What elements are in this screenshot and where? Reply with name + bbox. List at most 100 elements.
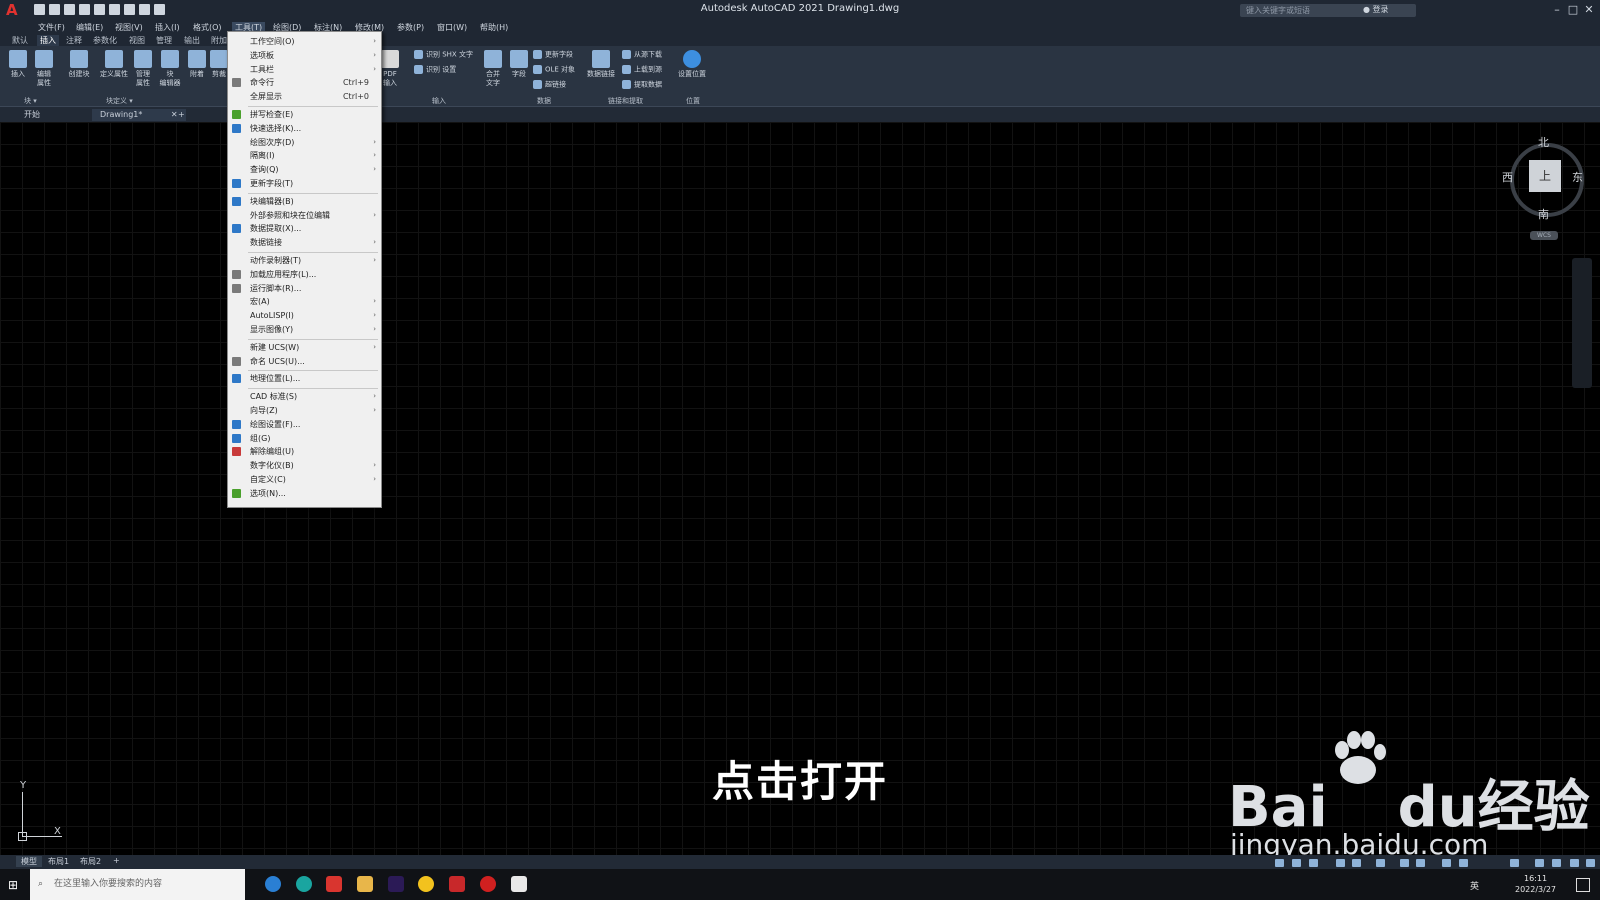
tab-output[interactable]: 输出 xyxy=(184,35,200,46)
menu-file[interactable]: 文件(F) xyxy=(38,22,65,33)
upload-source-button[interactable]: 上载到源 xyxy=(622,65,662,75)
menu-item[interactable]: 全屏显示 Ctrl+0 xyxy=(228,90,381,103)
download-source-button[interactable]: 从源下载 xyxy=(622,50,662,60)
menu-item[interactable]: 宏(A) › xyxy=(228,295,381,308)
tab-addons[interactable]: 附加 xyxy=(211,35,227,46)
update-field-button[interactable]: 更新字段 xyxy=(533,50,573,60)
tab-layout2[interactable]: 布局2 xyxy=(80,856,101,867)
merge-text-button[interactable]: 合并 文字 xyxy=(482,50,504,88)
edit-attribute-button[interactable]: 编辑 属性 xyxy=(32,50,56,88)
menu-edit[interactable]: 编辑(E) xyxy=(76,22,103,33)
tab-drawing1[interactable]: Drawing1* ✕ xyxy=(92,109,186,121)
menu-item[interactable]: 绘图次序(D) › xyxy=(228,136,381,149)
tab-annotate[interactable]: 注释 xyxy=(66,35,82,46)
menu-help[interactable]: 帮助(H) xyxy=(480,22,508,33)
taskbar-search-input[interactable]: ⌕ 在这里输入你要搜索的内容 xyxy=(30,869,245,900)
menu-item[interactable]: AutoLISP(I) › xyxy=(228,309,381,322)
menu-item[interactable]: 绘图设置(F)... xyxy=(228,418,381,431)
close-tab-icon[interactable]: ✕ xyxy=(171,110,178,119)
menu-item[interactable]: 数据链接 › xyxy=(228,236,381,249)
wps-icon[interactable] xyxy=(326,876,342,892)
autocad-taskbar-icon[interactable] xyxy=(449,876,465,892)
tab-layout1[interactable]: 布局1 xyxy=(48,856,69,867)
menu-item[interactable]: 显示图像(Y) › xyxy=(228,323,381,336)
maximize-button[interactable]: □ xyxy=(1566,3,1580,17)
navigation-bar[interactable] xyxy=(1572,258,1592,388)
menu-parametric[interactable]: 参数(P) xyxy=(397,22,424,33)
annotation-visibility-icon[interactable] xyxy=(1459,859,1468,867)
chrome-icon[interactable] xyxy=(418,876,434,892)
menu-format[interactable]: 格式(O) xyxy=(193,22,222,33)
compass-south[interactable]: 南 xyxy=(1538,206,1549,222)
customization-menu-icon[interactable] xyxy=(1586,859,1595,867)
hyperlink-button[interactable]: 超链接 xyxy=(533,80,566,90)
panel-label-block-definition[interactable]: 块定义 ▾ xyxy=(106,96,133,106)
menu-item[interactable]: 查询(Q) › xyxy=(228,163,381,176)
login-button[interactable]: ● 登录 xyxy=(1363,4,1389,15)
notification-icon[interactable] xyxy=(1576,878,1590,892)
menu-item[interactable]: 选项板 › xyxy=(228,49,381,62)
menu-item[interactable]: 动作录制器(T) › xyxy=(228,254,381,267)
workspace-gear-icon[interactable] xyxy=(1510,859,1519,867)
selection-cycling-icon[interactable] xyxy=(1416,859,1425,867)
new-tab-button[interactable]: + xyxy=(178,109,185,121)
manage-attribute-button[interactable]: 管理 属性 xyxy=(132,50,154,88)
annotation-scale-icon[interactable] xyxy=(1442,859,1451,867)
create-block-button[interactable]: 创建块 xyxy=(66,50,92,79)
tab-manage[interactable]: 管理 xyxy=(156,35,172,46)
menu-item[interactable]: 自定义(C) › xyxy=(228,473,381,486)
field-button[interactable]: 字段 xyxy=(508,50,530,79)
set-location-button[interactable]: 设置位置 xyxy=(676,50,708,79)
menu-item[interactable]: 外部参照和块在位编辑 › xyxy=(228,209,381,222)
recognize-settings-button[interactable]: 识别 设置 xyxy=(414,65,456,75)
edge-dev-icon[interactable] xyxy=(296,876,312,892)
menu-item[interactable]: 工具栏 › xyxy=(228,63,381,76)
panel-label-block[interactable]: 块 ▾ xyxy=(24,96,37,106)
menu-item[interactable]: 拼写检查(E) xyxy=(228,108,381,121)
app-icon[interactable] xyxy=(511,876,527,892)
menu-item[interactable]: 隔离(I) › xyxy=(228,149,381,162)
ole-object-button[interactable]: OLE 对象 xyxy=(533,65,575,75)
menu-item[interactable]: 新建 UCS(W) › xyxy=(228,341,381,354)
menu-item[interactable]: 加载应用程序(L)... xyxy=(228,268,381,281)
tab-insert[interactable]: 插入 xyxy=(37,35,59,46)
tab-view[interactable]: 视图 xyxy=(129,35,145,46)
polar-icon[interactable] xyxy=(1352,859,1361,867)
tab-parametric[interactable]: 参数化 xyxy=(93,35,117,46)
snap-icon[interactable] xyxy=(1309,859,1318,867)
menu-item[interactable]: 解除编组(U) xyxy=(228,445,381,458)
define-attribute-button[interactable]: 定义属性 xyxy=(98,50,130,79)
wcs-menu[interactable]: WCS xyxy=(1530,231,1558,240)
osnap-icon[interactable] xyxy=(1400,859,1409,867)
menu-item[interactable]: 选项(N)... xyxy=(228,487,381,500)
menu-item[interactable]: 快速选择(K)... xyxy=(228,122,381,135)
tab-model[interactable]: 模型 xyxy=(16,856,42,867)
compass-east[interactable]: 东 xyxy=(1572,169,1583,185)
isodraft-icon[interactable] xyxy=(1376,859,1385,867)
menu-item[interactable]: 块编辑器(B) xyxy=(228,195,381,208)
menu-insert[interactable]: 插入(I) xyxy=(155,22,180,33)
input-language[interactable]: 英 xyxy=(1470,879,1479,892)
grid-icon[interactable] xyxy=(1292,859,1301,867)
menu-item[interactable]: 向导(Z) › xyxy=(228,404,381,417)
close-button[interactable]: ✕ xyxy=(1582,3,1596,17)
pdf-import-button[interactable]: PDF 输入 xyxy=(380,50,400,88)
tab-start[interactable]: 开始 xyxy=(24,109,40,121)
clip-button[interactable]: 剪裁 xyxy=(210,50,228,79)
menu-item[interactable]: 组(G) xyxy=(228,432,381,445)
menu-item[interactable]: 运行脚本(R)... xyxy=(228,282,381,295)
menu-item[interactable]: 数字化仪(B) › xyxy=(228,459,381,472)
taskbar-clock[interactable]: 16:11 2022/3/27 xyxy=(1515,873,1556,895)
units-icon[interactable] xyxy=(1552,859,1561,867)
extract-data-button[interactable]: 提取数据 xyxy=(622,80,662,90)
file-explorer-icon[interactable] xyxy=(357,876,373,892)
menu-window[interactable]: 窗口(W) xyxy=(437,22,467,33)
menu-item[interactable]: 数据提取(X)... xyxy=(228,222,381,235)
menu-view[interactable]: 视图(V) xyxy=(115,22,143,33)
annotation-monitor-icon[interactable] xyxy=(1535,859,1544,867)
attach-button[interactable]: 附着 xyxy=(186,50,208,79)
clean-screen-icon[interactable] xyxy=(1570,859,1579,867)
edge-icon[interactable] xyxy=(265,876,281,892)
menu-item[interactable]: CAD 标准(S) › xyxy=(228,390,381,403)
insert-button[interactable]: 插入 xyxy=(6,50,30,79)
